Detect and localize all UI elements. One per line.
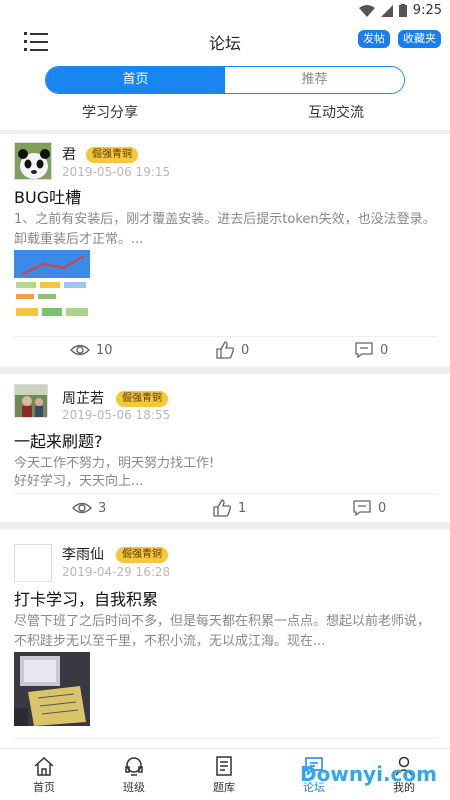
post-card[interactable]: 李雨仙 倔强青铜 2019-04-29 16:28 打卡学习，自我积累 尽管下班… (0, 530, 450, 748)
post-excerpt: 尽管下班了之后时间不多，但是每天都在积累一点点。想起以前老师说，不积跬步无以至千… (14, 614, 431, 649)
post-excerpt: 1、之前有安装后，刚才覆盖安装。进去后提示token失效，也没法登录。卸载重装后… (14, 212, 436, 247)
post-date: 2019-05-06 19:15 (62, 165, 171, 179)
post-excerpt-line2: 好好学习，天天向上... (14, 474, 144, 489)
question-bank-icon (216, 756, 232, 776)
divider (14, 336, 436, 337)
subtab-interaction[interactable]: 互动交流 (308, 102, 364, 122)
post-thumbnail[interactable] (14, 250, 90, 326)
post-title[interactable]: BUG吐槽 (14, 184, 81, 208)
class-icon (125, 757, 143, 776)
post-card[interactable]: 周芷若 倔强青铜 2019-05-06 18:55 一起来刷题? 今天工作不努力… (0, 374, 450, 522)
nav-home[interactable]: 首页 (14, 755, 74, 795)
thumbs-up-icon (213, 499, 231, 517)
tab-recommend[interactable]: 推荐 (225, 67, 404, 93)
top-bar: 论坛 发帖 收藏夹 (0, 24, 450, 60)
signal-icon (380, 4, 393, 17)
status-icons: 9:25 (358, 3, 442, 18)
comments-value: 0 (378, 500, 387, 516)
post-thumbnail[interactable] (14, 652, 90, 726)
nav-class[interactable]: 班级 (104, 755, 164, 795)
divider (14, 738, 436, 739)
post-title[interactable]: 一起来刷题? (14, 428, 103, 452)
username[interactable]: 君 (62, 144, 76, 164)
views-value: 3 (98, 500, 107, 516)
username[interactable]: 李雨仙 (62, 544, 104, 564)
username[interactable]: 周芷若 (62, 388, 104, 408)
watermark: Downyi.com (300, 762, 437, 786)
screenshot-thumbnail-image (14, 250, 90, 326)
nav-home-label: 首页 (33, 781, 55, 794)
home-icon (34, 756, 54, 776)
eye-icon (72, 502, 92, 514)
post-excerpt-line1: 今天工作不努力，明天努力找工作! (14, 456, 215, 471)
segmented-control: 首页 推荐 (45, 66, 405, 94)
post-title[interactable]: 打卡学习，自我积累 (14, 586, 158, 610)
status-bar: 9:25 (0, 0, 450, 24)
post-date: 2019-05-06 18:55 (62, 408, 171, 422)
rank-badge: 倔强青铜 (86, 147, 138, 163)
avatar[interactable] (14, 544, 52, 582)
likes-value: 0 (241, 342, 250, 358)
panda-avatar-image (15, 143, 51, 179)
nav-question-bank-label: 题库 (213, 781, 235, 794)
eye-icon (70, 344, 90, 356)
likes-value: 1 (238, 500, 247, 516)
photo-avatar-image (15, 385, 47, 417)
comment-icon (355, 342, 373, 359)
tab-home[interactable]: 首页 (46, 67, 225, 93)
nav-question-bank[interactable]: 题库 (194, 755, 254, 795)
battery-icon (398, 4, 407, 17)
views-value: 10 (96, 342, 113, 358)
post-card[interactable]: 君 倔强青铜 2019-05-06 19:15 BUG吐槽 1、之前有安装后，刚… (0, 134, 450, 366)
comments-value: 0 (380, 342, 389, 358)
subtab-study-share[interactable]: 学习分享 (82, 102, 138, 122)
views-count: 3 (72, 499, 106, 517)
divider (14, 493, 436, 494)
nav-class-label: 班级 (123, 781, 145, 794)
rank-badge: 倔强青铜 (116, 391, 168, 407)
views-count: 10 (70, 341, 113, 359)
tab-bar: 首页 推荐 学习分享 互动交流 (0, 60, 450, 130)
comment-button[interactable]: 0 (354, 341, 388, 359)
like-button[interactable]: 1 (212, 499, 246, 517)
comment-icon (353, 500, 371, 517)
avatar[interactable] (14, 142, 52, 180)
favorites-button[interactable]: 收藏夹 (398, 30, 441, 48)
comment-button[interactable]: 0 (352, 499, 386, 517)
status-time: 9:25 (412, 3, 442, 18)
wifi-icon (358, 4, 375, 17)
post-date: 2019-04-29 16:28 (62, 565, 171, 579)
avatar[interactable] (14, 384, 48, 418)
thumbs-up-icon (216, 341, 234, 359)
like-button[interactable]: 0 (215, 341, 249, 359)
notebook-photo-image (14, 652, 90, 726)
rank-badge: 倔强青铜 (116, 547, 168, 563)
post-button[interactable]: 发帖 (358, 30, 390, 48)
